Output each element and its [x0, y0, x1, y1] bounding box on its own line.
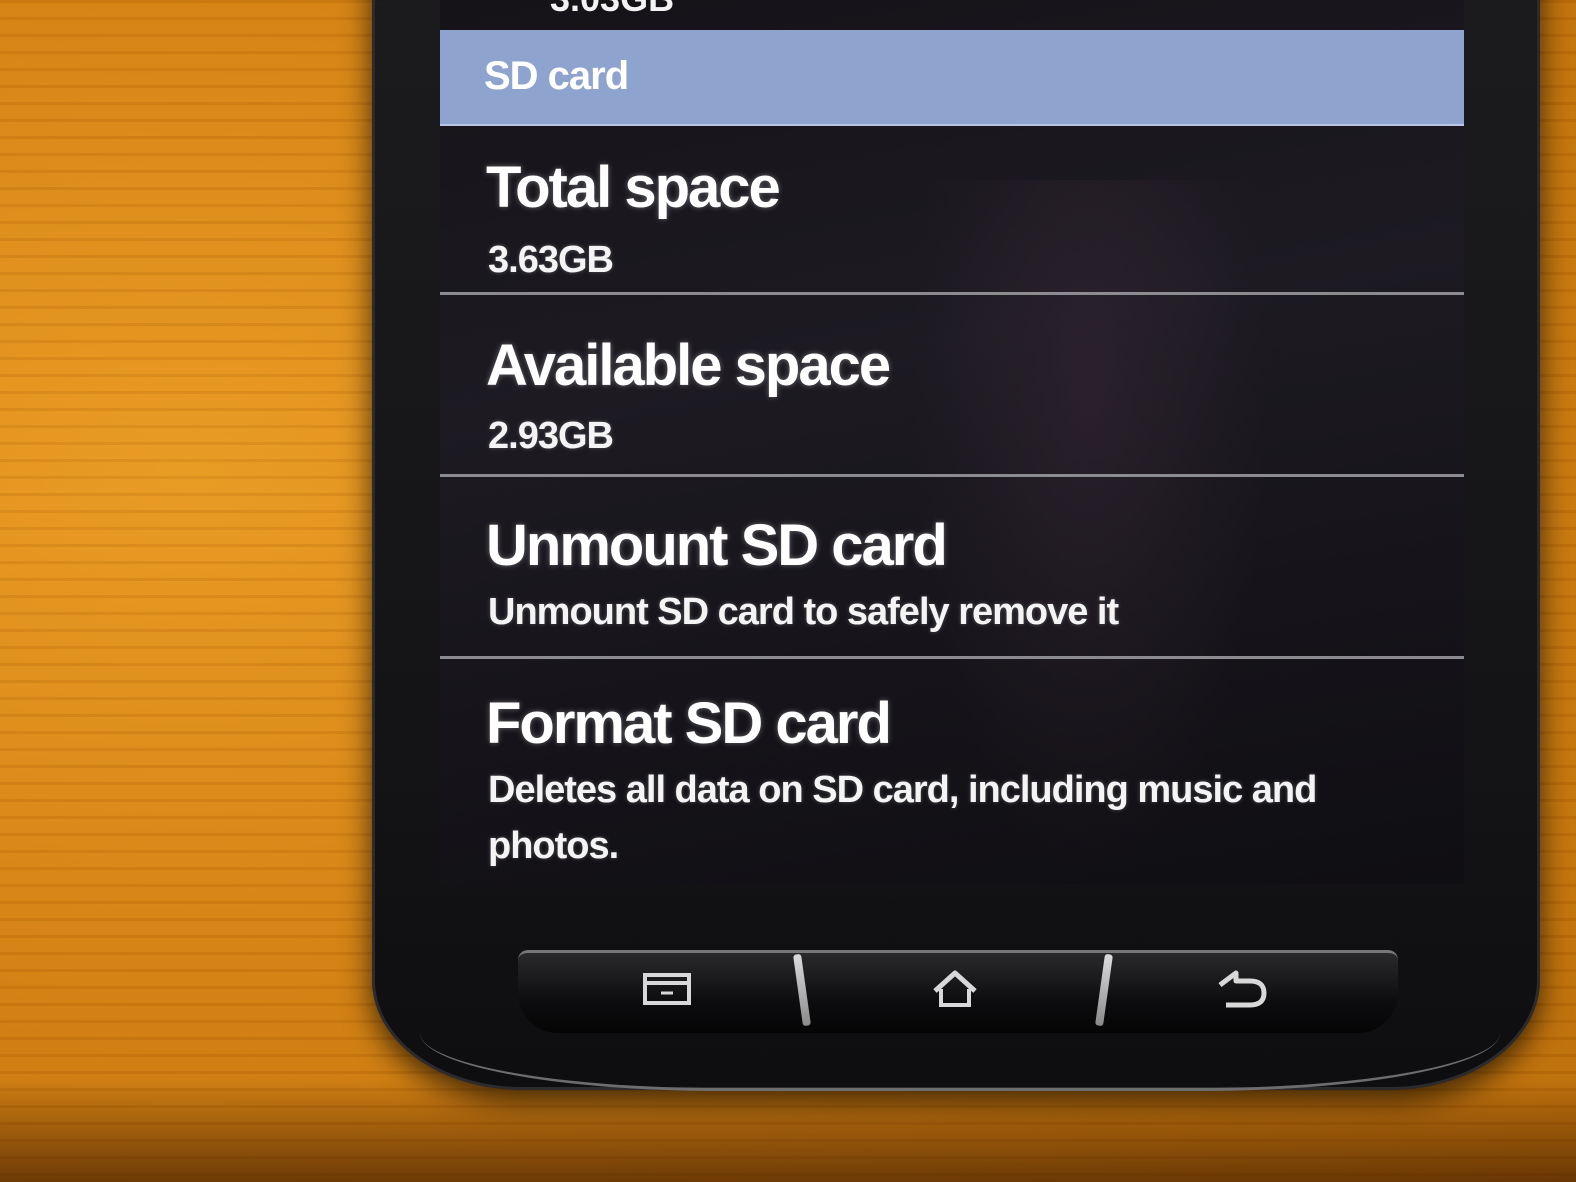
total-space-value: 3.63GB: [488, 239, 614, 281]
table-shadow: [0, 1080, 1576, 1182]
available-space-title: Available space: [486, 333, 891, 398]
phone-screen: 3.03GB SD card Total space 3.63GB Availa…: [440, 0, 1464, 884]
divider: [440, 292, 1464, 295]
home-key[interactable]: [920, 966, 990, 1012]
home-icon: [933, 970, 977, 1007]
divider: [440, 474, 1464, 477]
list-item-total-space[interactable]: Total space 3.63GB: [440, 124, 1464, 290]
unmount-sd-card-description: Unmount SD card to safely remove it: [488, 591, 1119, 633]
menu-icon: [643, 973, 691, 1005]
section-header-sd-card: SD card: [440, 30, 1464, 126]
menu-key[interactable]: [632, 966, 702, 1012]
format-sd-card-title: Format SD card: [486, 691, 892, 756]
available-space-value: 2.93GB: [488, 415, 614, 457]
total-space-title: Total space: [486, 155, 781, 220]
device-memory-value-partial: 3.03GB: [550, 0, 674, 20]
list-item-unmount-sd-card[interactable]: Unmount SD card Unmount SD card to safel…: [440, 478, 1464, 654]
unmount-sd-card-title: Unmount SD card: [486, 513, 948, 578]
back-icon: [1218, 970, 1267, 1008]
divider: [440, 656, 1464, 659]
section-header-label: SD card: [484, 54, 629, 98]
list-item-format-sd-card[interactable]: Format SD card Deletes all data on SD ca…: [440, 660, 1464, 884]
format-sd-card-description: Deletes all data on SD card, including m…: [488, 769, 1317, 867]
back-key[interactable]: [1206, 966, 1276, 1012]
list-item-available-space[interactable]: Available space 2.93GB: [440, 296, 1464, 474]
